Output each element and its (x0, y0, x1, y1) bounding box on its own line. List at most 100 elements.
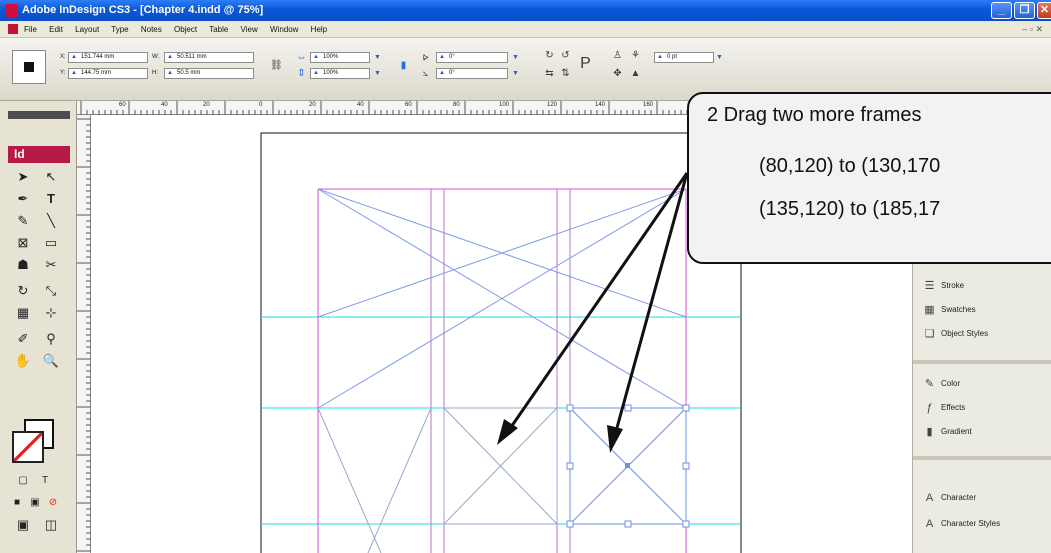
panel-stroke[interactable]: ☰ Stroke (913, 274, 1051, 298)
eyedropper-tool-icon[interactable]: ⚲ (38, 329, 64, 348)
panel-label: Character Styles (941, 519, 1001, 528)
rotate-tool-icon[interactable]: ↻ (10, 281, 36, 300)
type-tool-icon[interactable]: T (38, 189, 64, 208)
center-point-icon (625, 463, 630, 468)
scissors-tool-icon[interactable]: ✂ (38, 255, 64, 274)
window-controls: _ ❐ ✕ (991, 2, 1051, 19)
width-field[interactable]: 50.511 mm (164, 52, 254, 63)
panel-label: Object Styles (941, 329, 989, 338)
vertical-ruler[interactable] (77, 115, 91, 553)
apply-none-icon[interactable]: ⊘ (40, 493, 66, 512)
panel-character[interactable]: A Character (913, 486, 1051, 510)
stroke-icon: ☰ (924, 280, 935, 292)
reference-point-icon[interactable] (12, 50, 46, 84)
line-tool-icon[interactable]: ╲ (38, 211, 64, 230)
rectangle-tool-icon[interactable]: ▭ (38, 233, 64, 252)
ruler-label: 40 (357, 102, 364, 108)
panel-gradient[interactable]: ▮ Gradient (913, 420, 1051, 444)
ruler-label: 20 (309, 102, 316, 108)
select-previous-icon[interactable]: ✥ (612, 68, 623, 79)
paragraph-p-icon[interactable]: P (580, 56, 591, 72)
gradient-tool-icon[interactable]: ▦ (10, 303, 36, 322)
select-content-icon[interactable]: ⚘ (630, 50, 641, 61)
transform-content-icon[interactable]: ▮ (398, 60, 409, 71)
panel-color[interactable]: ✎ Color (913, 372, 1051, 396)
preview-view-icon[interactable]: ◫ (38, 515, 64, 534)
fill-swatch-icon[interactable] (12, 431, 44, 463)
document-icon (8, 24, 18, 34)
note-tool-icon[interactable]: ✐ (10, 329, 36, 348)
hand-tool-icon[interactable]: ✋ (10, 351, 36, 370)
scale-x-field[interactable]: 100% (310, 52, 370, 63)
pencil-tool-icon[interactable]: ✎ (10, 211, 36, 230)
ruler-label: 0 (259, 102, 263, 108)
stroke-weight-field[interactable]: 0 pt (654, 52, 714, 63)
app-icon (5, 4, 18, 17)
formatting-text-icon[interactable]: T (32, 471, 58, 490)
stroke-weight-dropdown-icon[interactable]: ▼ (716, 53, 725, 62)
height-field[interactable]: 50.5 mm (164, 68, 254, 79)
menu-type[interactable]: Type (111, 25, 128, 34)
x-label: X: (60, 54, 66, 60)
scale-tool-icon[interactable]: ⤡ (38, 281, 64, 300)
scale-y-dropdown-icon[interactable]: ▼ (374, 69, 383, 78)
restore-button[interactable]: ❐ (1014, 2, 1035, 19)
flip-vertical-icon[interactable]: ⇅ (560, 68, 571, 79)
menu-layout[interactable]: Layout (75, 25, 99, 34)
shear-angle-field[interactable]: 0° (436, 68, 508, 79)
select-container-icon[interactable]: ♙ (612, 50, 623, 61)
panel-label: Swatches (941, 305, 976, 314)
effects-icon: ƒ (926, 402, 933, 414)
tools-panel: Id ➤ ↖ ✒ T ✎ ╲ ⊠ ▭ ☗ ✂ ↻ ⤡ ▦ ⊹ ✐ ⚲ ✋ 🔍 ▢… (0, 101, 77, 553)
y-position-field[interactable]: 144.75 mm (68, 68, 148, 79)
select-next-icon[interactable]: ▲ (630, 68, 641, 79)
direct-selection-tool-icon[interactable]: ↖ (38, 167, 64, 186)
shear-dropdown-icon[interactable]: ▼ (512, 69, 521, 78)
panel-dock: ☰ Stroke ▦ Swatches ❏ Object Styles ✎ Co… (912, 262, 1051, 553)
rotation-dropdown-icon[interactable]: ▼ (512, 53, 521, 62)
rotation-angle-field[interactable]: 0° (436, 52, 508, 63)
menu-view[interactable]: View (241, 25, 258, 34)
menu-notes[interactable]: Notes (141, 25, 162, 34)
rotate-ccw-icon[interactable]: ↺ (560, 50, 571, 61)
x-position-field[interactable]: 151.744 mm (68, 52, 148, 63)
minimize-button[interactable]: _ (991, 2, 1012, 19)
panel-object-styles[interactable]: ❏ Object Styles (913, 322, 1051, 346)
panel-effects[interactable]: ƒ Effects (913, 396, 1051, 420)
pen-tool-icon[interactable]: ✒ (10, 189, 36, 208)
object-styles-icon: ❏ (924, 328, 935, 340)
panel-label: Gradient (941, 427, 972, 436)
flip-horizontal-icon[interactable]: ⇆ (544, 68, 555, 79)
fill-stroke-swatch[interactable] (12, 419, 60, 469)
panel-swatches[interactable]: ▦ Swatches (913, 298, 1051, 322)
character-styles-icon: A (925, 518, 934, 530)
menu-table[interactable]: Table (209, 25, 228, 34)
selection-tool-icon[interactable]: ➤ (10, 167, 36, 186)
scale-y-field[interactable]: 100% (310, 68, 370, 79)
menu-file[interactable]: File (24, 25, 37, 34)
instruction-callout: 2 Drag two more frames (80,120) to (130,… (687, 92, 1051, 264)
color-icon: ✎ (924, 378, 935, 390)
ruler-label: 120 (547, 102, 558, 108)
menu-help[interactable]: Help (311, 25, 327, 34)
ruler-label: 60 (119, 102, 126, 108)
ruler-ticks (77, 118, 91, 552)
callout-coordinates-2: (135,120) to (185,17 (759, 198, 941, 220)
free-transform-tool-icon[interactable]: ⊹ (38, 303, 64, 322)
zoom-tool-icon[interactable]: 🔍 (38, 351, 64, 370)
w-label: W: (152, 54, 160, 60)
rectangle-frame-tool-icon[interactable]: ⊠ (10, 233, 36, 252)
menu-window[interactable]: Window (270, 25, 298, 34)
menu-object[interactable]: Object (174, 25, 197, 34)
tools-panel-header[interactable] (8, 111, 70, 119)
rotate-cw-icon[interactable]: ↻ (544, 50, 555, 61)
document-window-controls[interactable]: – ▫ ✕ (1022, 21, 1043, 38)
scale-x-dropdown-icon[interactable]: ▼ (374, 53, 383, 62)
close-button[interactable]: ✕ (1037, 2, 1051, 19)
panel-character-styles[interactable]: A Character Styles (913, 512, 1051, 536)
ruler-label: 20 (203, 102, 210, 108)
menu-edit[interactable]: Edit (49, 25, 63, 34)
constrain-proportions-icon[interactable]: ⛓ (270, 60, 283, 71)
button-tool-icon[interactable]: ☗ (10, 255, 36, 274)
normal-view-icon[interactable]: ▣ (10, 515, 36, 534)
